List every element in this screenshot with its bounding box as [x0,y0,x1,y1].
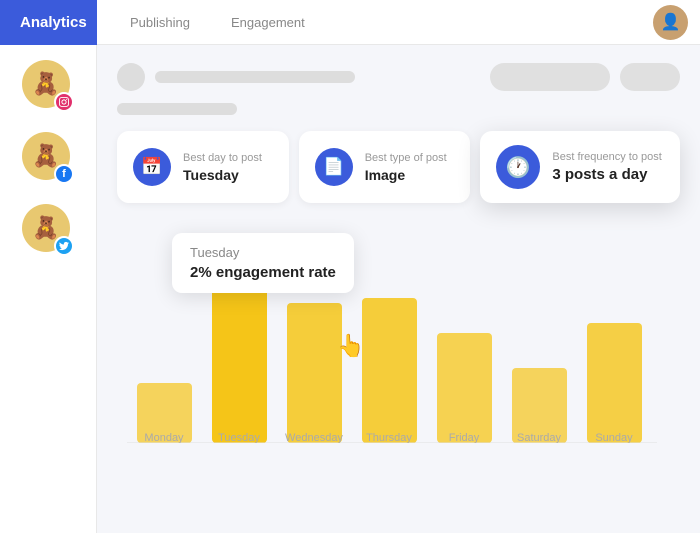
stat-value-best-frequency: 3 posts a day [552,166,661,183]
stat-card-best-frequency: 🕐 Best frequency to post 3 posts a day [480,131,680,203]
tab-publishing[interactable]: Publishing [112,0,208,45]
stat-value-best-type: Image [365,167,447,183]
header-tabs: Publishing Engagement [97,0,653,45]
facebook-badge: f [54,164,74,184]
tab-engagement[interactable]: Engagement [213,0,323,45]
svg-text:Friday: Friday [449,432,480,443]
svg-text:Saturday: Saturday [517,432,562,443]
filter-bar [117,63,680,91]
stat-label-best-type: Best type of post [365,152,447,164]
sidebar-item-instagram[interactable]: 🧸 [22,60,74,112]
instagram-badge [54,92,74,112]
svg-text:Monday: Monday [144,432,184,443]
sidebar-item-twitter[interactable]: 🧸 [22,204,74,256]
sidebar-item-facebook[interactable]: 🧸 f [22,132,74,184]
svg-text:Tuesday: Tuesday [218,432,260,443]
tooltip-day: Tuesday [190,245,336,260]
filter-bar-2 [117,103,680,115]
avatar[interactable]: 👤 [653,5,688,40]
stat-text-best-frequency: Best frequency to post 3 posts a day [552,151,661,183]
skeleton-text-long [155,71,355,83]
stat-value-best-day: Tuesday [183,167,262,183]
chart-tooltip: Tuesday 2% engagement rate [172,233,354,293]
header: Analytics Publishing Engagement 👤 [0,0,700,45]
analytics-tab[interactable]: Analytics [0,0,97,45]
stat-label-best-frequency: Best frequency to post [552,151,661,163]
stat-label-best-day: Best day to post [183,152,262,164]
stat-text-best-type: Best type of post Image [365,152,447,183]
tooltip-value: 2% engagement rate [190,264,336,281]
skeleton-pill-2 [620,63,680,91]
main-content: 📅 Best day to post Tuesday 📄 Best type o… [97,45,700,533]
calendar-icon: 📅 [133,148,171,186]
stats-row: 📅 Best day to post Tuesday 📄 Best type o… [117,131,680,203]
sidebar: 🧸 🧸 f 🧸 [0,45,97,533]
svg-text:Wednesday: Wednesday [285,432,343,443]
skeleton-text-short [117,103,237,115]
skeleton-pill-1 [490,63,610,91]
stat-card-best-day: 📅 Best day to post Tuesday [117,131,289,203]
clock-icon: 🕐 [496,145,540,189]
stat-card-best-type: 📄 Best type of post Image [299,131,471,203]
stat-text-best-day: Best day to post Tuesday [183,152,262,183]
filter-icon [117,63,145,91]
chart-area: Tuesday 2% engagement rate 👆 [117,223,680,443]
svg-text:Sunday: Sunday [595,432,633,443]
document-icon: 📄 [315,148,353,186]
twitter-badge [54,236,74,256]
svg-text:Thursday: Thursday [366,432,412,443]
